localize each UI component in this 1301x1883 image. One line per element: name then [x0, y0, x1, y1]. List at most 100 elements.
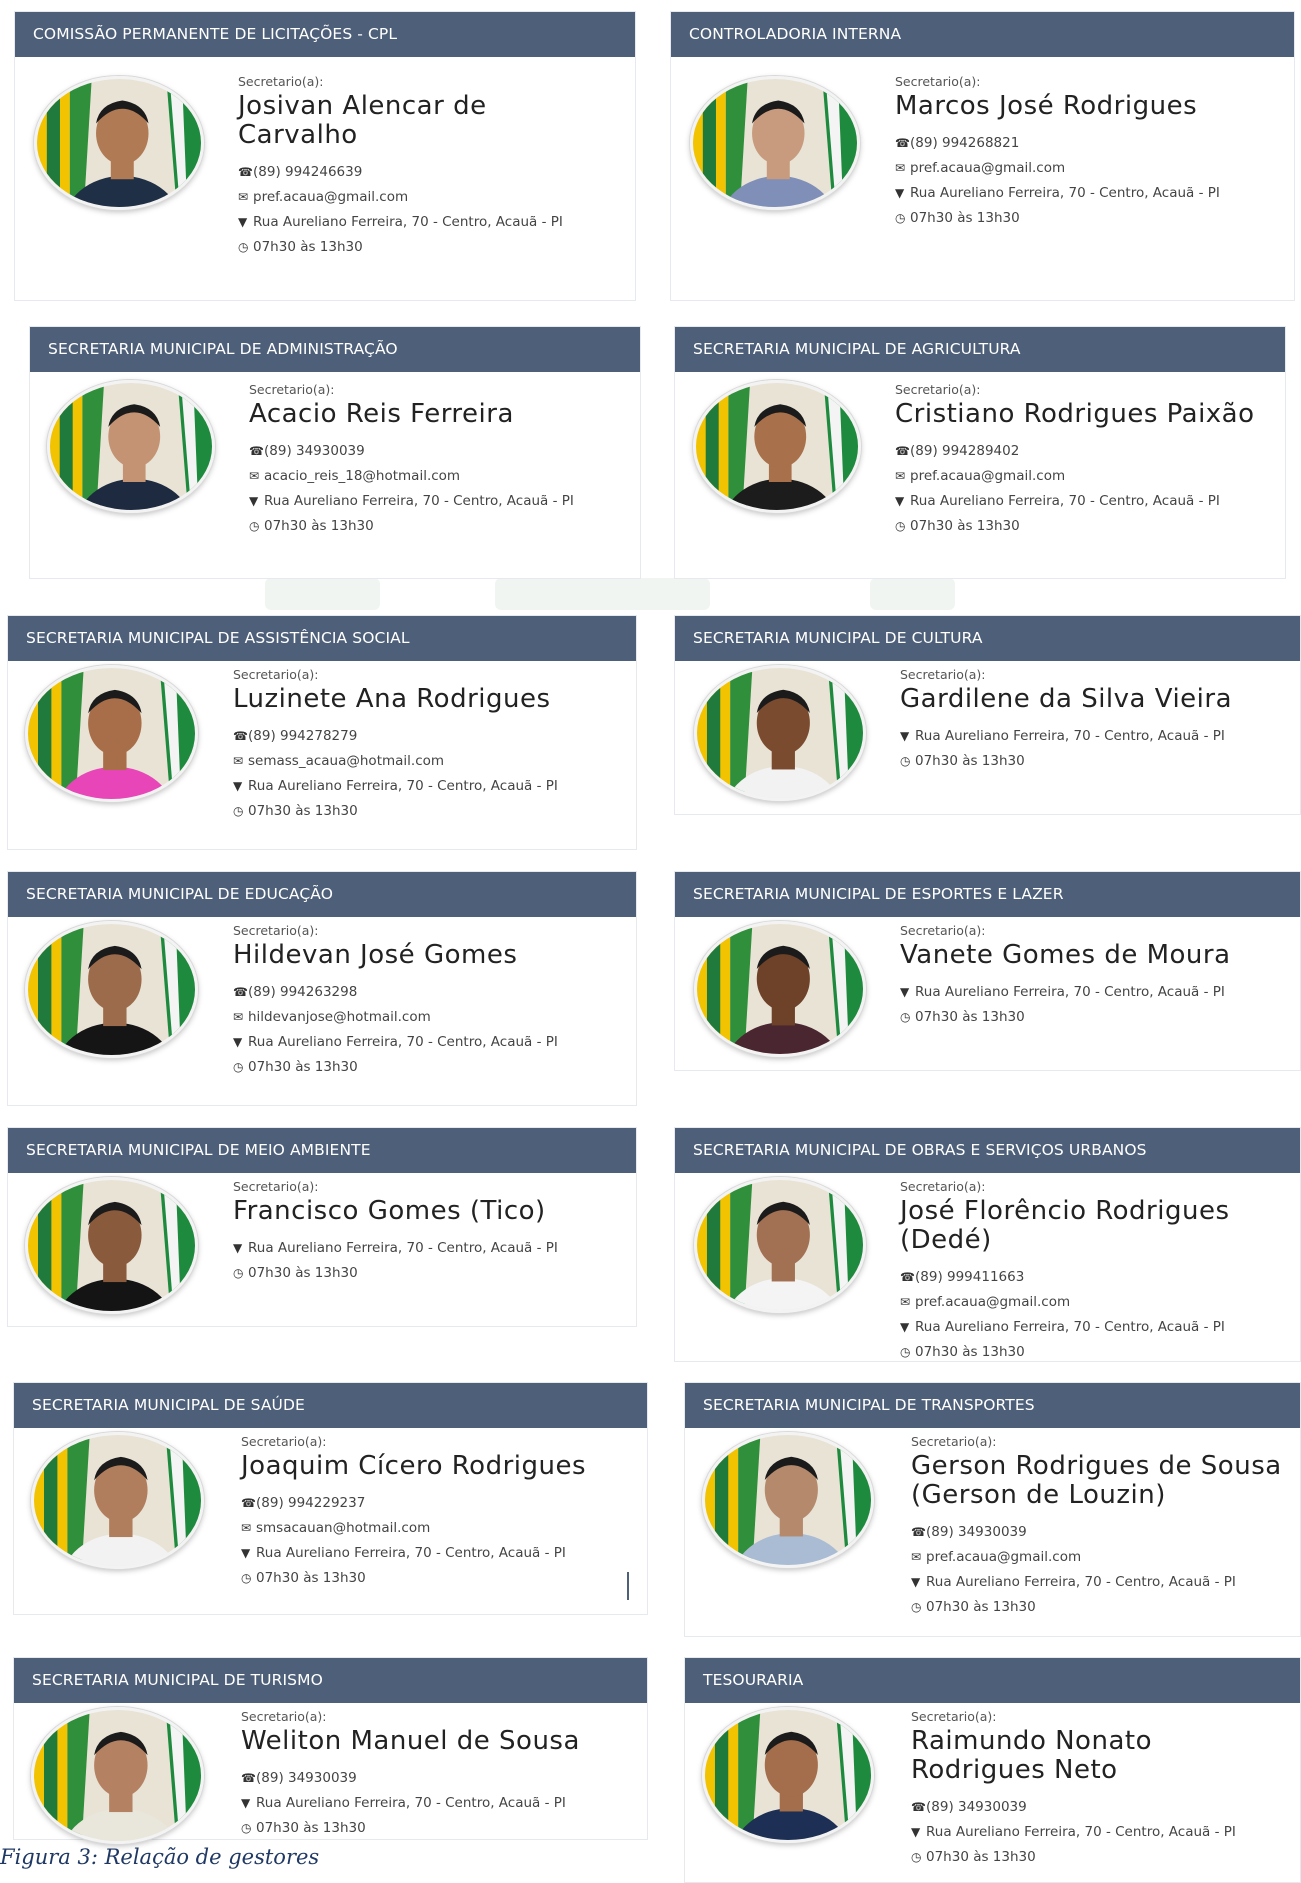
envelope-icon: ✉ — [895, 469, 906, 483]
card-header-title: SECRETARIA MUNICIPAL DE TURISMO — [14, 1658, 647, 1703]
address-line: ▼ Rua Aureliano Ferreira, 70 - Centro, Ac… — [241, 1791, 580, 1816]
phone-icon: ☎ — [895, 444, 910, 458]
email-line[interactable]: ✉ pref.acaua@gmail.com — [900, 1290, 1270, 1315]
card-header-title: TESOURARIA — [685, 1658, 1300, 1703]
email-line[interactable]: ✉ pref.acaua@gmail.com — [895, 464, 1255, 489]
secretary-name: Luzinete Ana Rodrigues — [233, 684, 551, 714]
secretary-photo — [25, 1177, 198, 1314]
phone-text: (89) 994268821 — [910, 135, 1020, 151]
phone-text: (89) 34930039 — [926, 1799, 1027, 1815]
secretary-info: Secretario(a): Cristiano Rodrigues Paixão… — [895, 382, 1255, 539]
address-text: Rua Aureliano Ferreira, 70 - Centro, Aca… — [915, 984, 1225, 1000]
hours-line: ◷ 07h30 às 13h30 — [911, 1595, 1301, 1620]
map-marker-icon: ▼ — [911, 1575, 921, 1589]
clock-icon: ◷ — [895, 211, 906, 225]
phone-line: ☎(89) 994289402 — [895, 439, 1255, 464]
role-label: Secretario(a): — [241, 1709, 327, 1724]
hours-line: ◷ 07h30 às 13h30 — [241, 1566, 586, 1591]
role-label: Secretario(a): — [911, 1434, 997, 1449]
phone-icon: ☎ — [241, 1496, 256, 1510]
secretary-info: Secretario(a): Gerson Rodrigues de Sousa … — [911, 1434, 1301, 1620]
email-text: pref.acaua@gmail.com — [910, 160, 1066, 176]
card-header-title: SECRETARIA MUNICIPAL DE CULTURA — [675, 616, 1300, 661]
hours-line: ◷ 07h30 às 13h30 — [233, 1261, 558, 1286]
phone-line: ☎(89) 994229237 — [241, 1491, 586, 1516]
phone-line: ☎(89) 34930039 — [241, 1766, 580, 1791]
figure-caption: Figura 3: Relação de gestores — [0, 1845, 320, 1869]
hours-line: ◷ 07h30 às 13h30 — [900, 1340, 1270, 1365]
hours-line: ◷ 07h30 às 13h30 — [900, 749, 1232, 774]
hours-line: ◷ 07h30 às 13h30 — [900, 1005, 1231, 1030]
map-marker-icon: ▼ — [900, 985, 910, 999]
text-cursor-caret — [627, 1572, 629, 1600]
map-marker-icon: ▼ — [233, 779, 243, 793]
clock-icon: ◷ — [233, 804, 244, 818]
email-line[interactable]: ✉ smsacauan@hotmail.com — [241, 1516, 586, 1541]
secretary-photo — [34, 76, 204, 211]
secretary-name: Josivan Alencar de Carvalho — [238, 91, 487, 150]
map-marker-icon: ▼ — [241, 1796, 251, 1810]
secretary-photo — [25, 665, 198, 802]
phone-icon: ☎ — [241, 1771, 256, 1785]
phone-text: (89) 994246639 — [253, 164, 363, 180]
envelope-icon: ✉ — [238, 190, 249, 204]
email-line[interactable]: ✉ pref.acaua@gmail.com — [895, 156, 1220, 181]
clock-icon: ◷ — [911, 1850, 922, 1864]
map-marker-icon: ▼ — [233, 1035, 243, 1049]
card-header-title: SECRETARIA MUNICIPAL DE ASSISTÊNCIA SOCI… — [8, 616, 636, 661]
phone-icon: ☎ — [900, 1270, 915, 1284]
address-text: Rua Aureliano Ferreira, 70 - Centro, Aca… — [248, 1034, 558, 1050]
address-text: Rua Aureliano Ferreira, 70 - Centro, Aca… — [248, 1240, 558, 1256]
secretary-info: Secretario(a): Francisco Gomes (Tico) ▼ Rua… — [233, 1179, 558, 1286]
phone-text: (89) 994289402 — [910, 443, 1020, 459]
secretary-name: Gardilene da Silva Vieira — [900, 684, 1233, 714]
phone-line: ☎(89) 34930039 — [249, 439, 574, 464]
secretary-photo — [693, 380, 861, 513]
phone-line: ☎(89) 999411663 — [900, 1265, 1270, 1290]
address-line: ▼ Rua Aureliano Ferreira, 70 - Centro, Ac… — [895, 181, 1220, 206]
secretary-name: José Florêncio Rodrigues (Dedé) — [900, 1196, 1230, 1255]
clock-icon: ◷ — [900, 754, 911, 768]
background-watermark-center — [495, 578, 710, 610]
card-header-title: SECRETARIA MUNICIPAL DE ADMINISTRAÇÃO — [30, 327, 640, 372]
email-text: pref.acaua@gmail.com — [253, 189, 409, 205]
email-line[interactable]: ✉ hildevanjose@hotmail.com — [233, 1005, 558, 1030]
phone-line: ☎(89) 994246639 — [238, 160, 578, 185]
envelope-icon: ✉ — [233, 754, 244, 768]
role-label: Secretario(a): — [233, 1179, 319, 1194]
secretary-photo — [702, 1707, 874, 1843]
hours-text: 07h30 às 13h30 — [926, 1849, 1036, 1865]
phone-icon: ☎ — [238, 165, 253, 179]
role-label: Secretario(a): — [241, 1434, 327, 1449]
address-text: Rua Aureliano Ferreira, 70 - Centro, Aca… — [264, 493, 574, 509]
secretary-info: Secretario(a): Josivan Alencar de Carvalh… — [238, 74, 578, 260]
secretary-info: Secretario(a): Joaquim Cícero Rodrigues ☎(… — [241, 1434, 586, 1591]
envelope-icon: ✉ — [241, 1521, 252, 1535]
phone-text: (89) 999411663 — [915, 1269, 1025, 1285]
secretary-name: Cristiano Rodrigues Paixão — [895, 399, 1255, 429]
email-line[interactable]: ✉ semass_acaua@hotmail.com — [233, 749, 558, 774]
card-header-title: COMISSÃO PERMANENTE DE LICITAÇÕES - CPL — [15, 12, 635, 57]
secretary-info: Secretario(a): Raimundo Nonato Rodrigues … — [911, 1709, 1236, 1870]
address-line: ▼ Rua Aureliano Ferreira, 70 - Centro, Ac… — [911, 1820, 1236, 1845]
email-line[interactable]: ✉ pref.acaua@gmail.com — [238, 185, 578, 210]
phone-icon: ☎ — [911, 1525, 926, 1539]
secretary-info: Secretario(a): Vanete Gomes de Moura ▼ Rua … — [900, 923, 1231, 1030]
address-line: ▼ Rua Aureliano Ferreira, 70 - Centro, Ac… — [241, 1541, 586, 1566]
hours-line: ◷ 07h30 às 13h30 — [895, 206, 1220, 231]
email-line[interactable]: ✉ pref.acaua@gmail.com — [911, 1545, 1301, 1570]
email-line[interactable]: ✉ acacio_reis_18@hotmail.com — [249, 464, 574, 489]
clock-icon: ◷ — [911, 1600, 922, 1614]
phone-icon: ☎ — [233, 985, 248, 999]
card-header-title: SECRETARIA MUNICIPAL DE TRANSPORTES — [685, 1383, 1300, 1428]
hours-text: 07h30 às 13h30 — [910, 210, 1020, 226]
card-header-title: SECRETARIA MUNICIPAL DE SAÚDE — [14, 1383, 647, 1428]
background-watermark-right — [870, 578, 955, 610]
phone-line: ☎(89) 34930039 — [911, 1520, 1301, 1545]
hours-text: 07h30 às 13h30 — [915, 753, 1025, 769]
envelope-icon: ✉ — [900, 1295, 911, 1309]
hours-text: 07h30 às 13h30 — [915, 1009, 1025, 1025]
clock-icon: ◷ — [233, 1060, 244, 1074]
address-text: Rua Aureliano Ferreira, 70 - Centro, Aca… — [256, 1545, 566, 1561]
hours-line: ◷ 07h30 às 13h30 — [233, 799, 558, 824]
